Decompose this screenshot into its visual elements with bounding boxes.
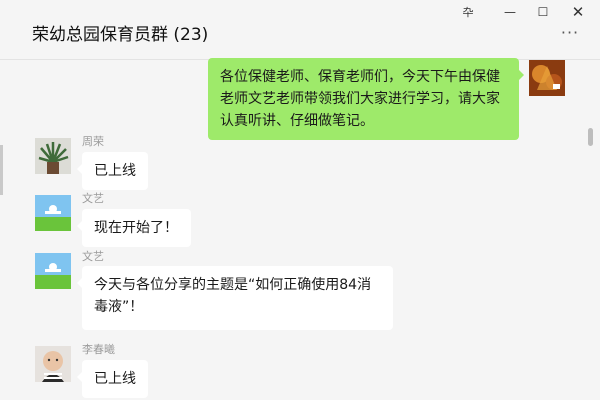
message-text: 已上线 (94, 371, 136, 387)
message-bubble-other[interactable]: 现在开始了！ (77, 209, 191, 247)
message-bubble-self[interactable]: 各位保健老师、保育老师们，今天下午由保健老师文艺老师带领我们大家进行学习，请大家… (208, 58, 524, 140)
message-text: 今天与各位分享的主题是“如何正确使用84消毒液”！ (94, 277, 372, 315)
sender-name: 文艺 (82, 250, 104, 263)
message-bubble-other[interactable]: 已上线 (77, 360, 148, 398)
close-icon[interactable]: ✕ (564, 2, 592, 22)
message-text: 现在开始了！ (94, 220, 178, 236)
scrollbar-thumb[interactable] (588, 128, 593, 146)
minimize-icon[interactable]: — (496, 2, 524, 22)
meadow-landscape-avatar-icon[interactable] (35, 253, 71, 289)
left-edge-divider (0, 145, 3, 195)
message-bubble-other[interactable]: 今天与各位分享的主题是“如何正确使用84消毒液”！ (77, 266, 393, 330)
chat-window: 荣幼总园保育员群 (23) 卆 — ☐ ✕ ··· 各位保健老师、保育老师们，今… (0, 0, 600, 400)
maple-leaf-avatar-icon[interactable] (529, 60, 565, 96)
sender-name: 文艺 (82, 192, 104, 205)
potted-plant-avatar-icon[interactable] (35, 138, 71, 174)
maximize-icon[interactable]: ☐ (529, 2, 557, 22)
baby-photo-avatar-icon[interactable] (35, 346, 71, 382)
more-options-icon[interactable]: ··· (556, 22, 584, 42)
pin-icon[interactable]: 卆 (454, 2, 482, 22)
message-bubble-other[interactable]: 已上线 (77, 152, 148, 190)
chat-title: 荣幼总园保育员群 (23) (32, 25, 209, 45)
message-text: 已上线 (94, 163, 136, 179)
message-text: 各位保健老师、保育老师们，今天下午由保健老师文艺老师带领我们大家进行学习，请大家… (220, 69, 500, 129)
sender-name: 周荣 (82, 135, 104, 148)
title-bar: 荣幼总园保育员群 (23) 卆 — ☐ ✕ ··· (0, 0, 600, 60)
meadow-landscape-avatar-icon[interactable] (35, 195, 71, 231)
sender-name: 李春曦 (82, 343, 115, 356)
